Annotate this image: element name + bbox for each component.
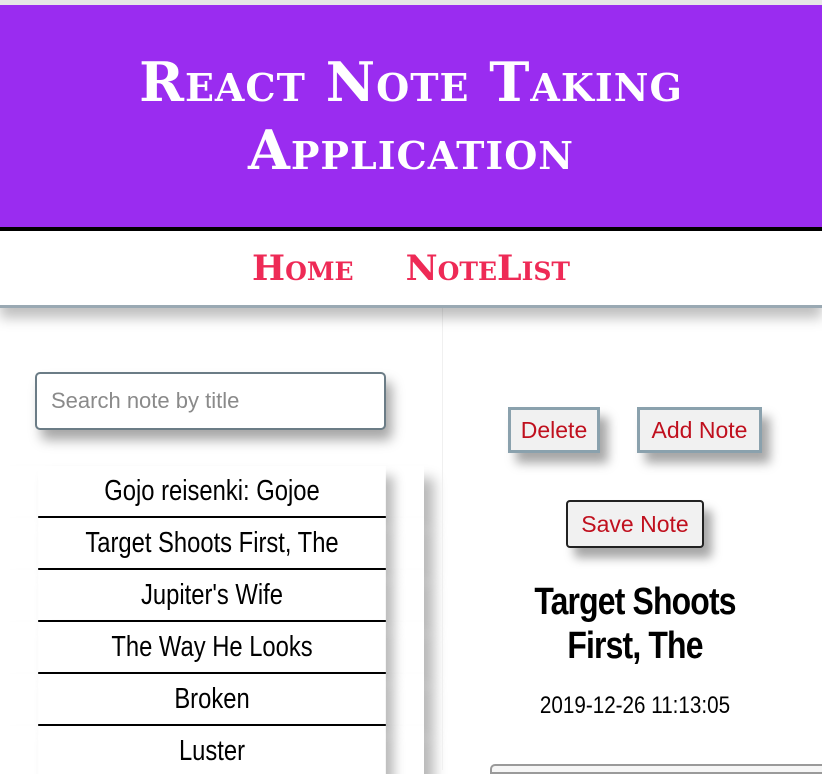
note-list-item-title[interactable]: Luster (38, 726, 386, 774)
main-content: Gojo reisenki: Gojoe Target Shoots First… (0, 308, 822, 774)
delete-button[interactable]: Delete (508, 407, 600, 453)
note-date: 2019-12-26 11:13:05 (539, 692, 731, 719)
notes-sidebar: Gojo reisenki: Gojoe Target Shoots First… (0, 308, 424, 774)
list-item[interactable]: The Way He Looks (0, 622, 424, 674)
list-item[interactable]: Gojo reisenki: Gojoe (0, 466, 424, 518)
list-item[interactable]: Target Shoots First, The (0, 518, 424, 570)
note-title: Target Shoots First, The (534, 581, 736, 667)
app-header: React Note Taking Application (0, 5, 822, 231)
note-detail-panel: Delete Add Note Save Note Target Shoots … (442, 308, 822, 774)
main-nav: Home NoteList (0, 231, 822, 308)
note-body-textarea[interactable] (490, 764, 822, 774)
nav-home-link[interactable]: Home (252, 248, 354, 289)
list-item[interactable]: Broken (0, 674, 424, 726)
note-list-item-title[interactable]: Jupiter's Wife (38, 570, 386, 622)
note-list-item-title[interactable]: The Way He Looks (38, 622, 386, 674)
list-item[interactable]: Luster (0, 726, 424, 774)
search-input[interactable] (35, 372, 386, 430)
nav-notelist-link[interactable]: NoteList (406, 248, 570, 289)
note-list: Gojo reisenki: Gojoe Target Shoots First… (0, 466, 424, 774)
app-title: React Note Taking Application (139, 50, 683, 182)
note-list-item-title[interactable]: Target Shoots First, The (38, 518, 386, 570)
note-list-item-title[interactable]: Broken (38, 674, 386, 726)
list-item[interactable]: Jupiter's Wife (0, 570, 424, 622)
save-note-button[interactable]: Save Note (566, 500, 704, 548)
add-note-button[interactable]: Add Note (637, 407, 762, 453)
note-list-item-title[interactable]: Gojo reisenki: Gojoe (38, 466, 386, 518)
